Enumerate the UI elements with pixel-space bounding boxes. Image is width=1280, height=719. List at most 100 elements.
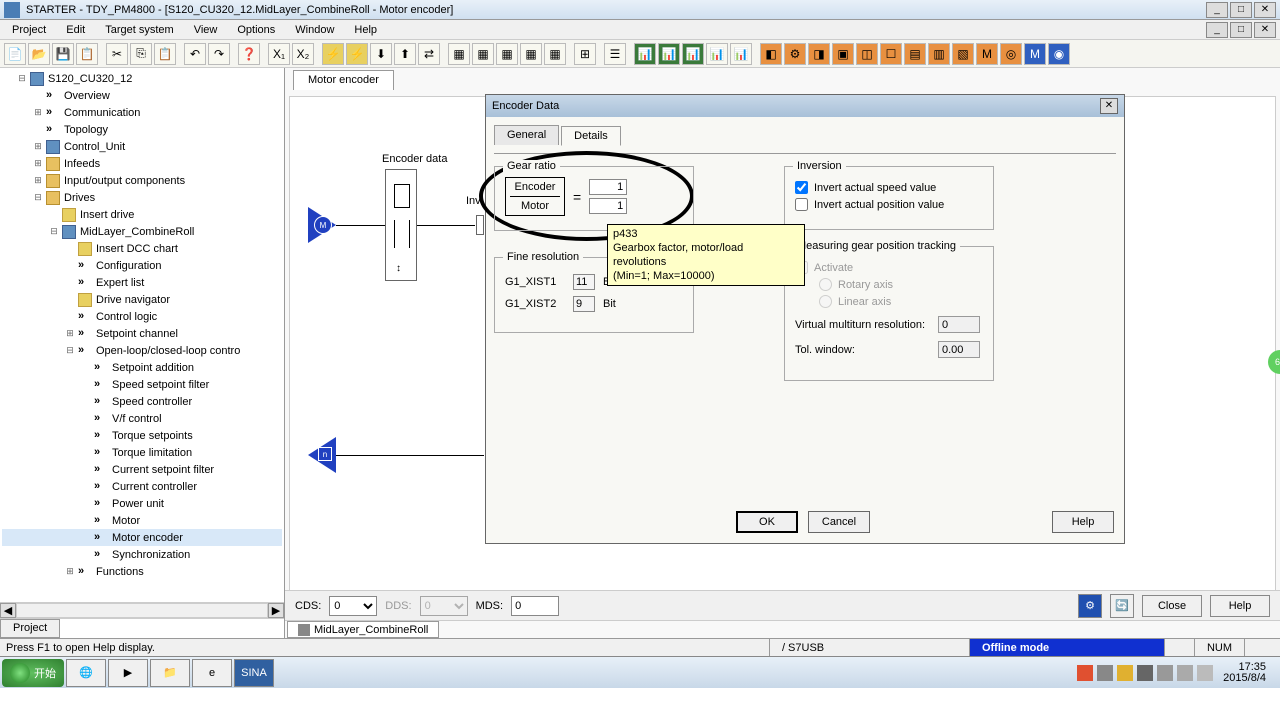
tree-item-current-setpoint-filter[interactable]: »Current setpoint filter <box>2 461 282 478</box>
tree-item-midlayer-combineroll[interactable]: ⊟MidLayer_CombineRoll <box>2 223 282 240</box>
tree-item-motor[interactable]: »Motor <box>2 512 282 529</box>
menu-window[interactable]: Window <box>287 22 342 38</box>
tb-save-icon[interactable]: 💾 <box>52 43 74 65</box>
taskbar-clock[interactable]: 17:35 2015/8/4 <box>1217 662 1272 684</box>
dialog-titlebar[interactable]: Encoder Data ✕ <box>486 95 1124 117</box>
taskbar-app-3[interactable]: 📁 <box>150 659 190 687</box>
restore-button[interactable]: □ <box>1230 2 1252 18</box>
tb-motor-icon[interactable]: M <box>1024 43 1046 65</box>
tb-undo-icon[interactable]: ↶ <box>184 43 206 65</box>
invert-position-checkbox[interactable] <box>795 198 808 211</box>
tb-paste-icon[interactable]: 📋 <box>154 43 176 65</box>
tree-item-torque-setpoints[interactable]: »Torque setpoints <box>2 427 282 444</box>
tb-scope1-icon[interactable]: 📊 <box>634 43 656 65</box>
tree-item-insert-dcc-chart[interactable]: Insert DCC chart <box>2 240 282 257</box>
scroll-right-icon[interactable]: ▶ <box>268 603 284 618</box>
child-close-button[interactable]: ✕ <box>1254 22 1276 38</box>
system-tray[interactable]: 17:35 2015/8/4 <box>1071 662 1278 684</box>
tray-icon-5[interactable] <box>1157 665 1173 681</box>
close-button[interactable]: ✕ <box>1254 2 1276 18</box>
tray-icon-2[interactable] <box>1097 665 1113 681</box>
tb-grid3-icon[interactable]: ▦ <box>496 43 518 65</box>
tb-o11-icon[interactable]: ◎ <box>1000 43 1022 65</box>
tb-o6-icon[interactable]: ☐ <box>880 43 902 65</box>
taskbar-app-4[interactable]: e <box>192 659 232 687</box>
tray-icon-1[interactable] <box>1077 665 1093 681</box>
tray-icon-7[interactable] <box>1197 665 1213 681</box>
menu-edit[interactable]: Edit <box>58 22 93 38</box>
tb-o7-icon[interactable]: ▤ <box>904 43 926 65</box>
tree-item-control-logic[interactable]: »Control logic <box>2 308 282 325</box>
tree-item-speed-controller[interactable]: »Speed controller <box>2 393 282 410</box>
tb-upload-icon[interactable]: ⬆ <box>394 43 416 65</box>
tab-motor-encoder[interactable]: Motor encoder <box>293 70 394 90</box>
close-button[interactable]: Close <box>1142 595 1202 617</box>
project-tree[interactable]: ⊟S120_CU320_12»Overview⊞»Communication»T… <box>0 68 284 602</box>
tray-icon-3[interactable] <box>1117 665 1133 681</box>
tb-redo-icon[interactable]: ↷ <box>208 43 230 65</box>
tree-item-control-unit[interactable]: ⊞Control_Unit <box>2 138 282 155</box>
taskbar-app-1[interactable]: 🌐 <box>66 659 106 687</box>
tree-item-torque-limitation[interactable]: »Torque limitation <box>2 444 282 461</box>
tree-root[interactable]: ⊟S120_CU320_12 <box>2 70 282 87</box>
tb-scope2-icon[interactable]: 📊 <box>658 43 680 65</box>
tb-o8-icon[interactable]: ▥ <box>928 43 950 65</box>
tree-item-current-controller[interactable]: »Current controller <box>2 478 282 495</box>
tb-x2-icon[interactable]: X₂ <box>292 43 314 65</box>
dialog-close-button[interactable]: ✕ <box>1100 98 1118 114</box>
tab-general[interactable]: General <box>494 125 559 145</box>
taskbar-app-2[interactable]: ▶ <box>108 659 148 687</box>
tree-item-synchronization[interactable]: »Synchronization <box>2 546 282 563</box>
tb-scope5-icon[interactable]: 📊 <box>730 43 752 65</box>
project-tab[interactable]: Project <box>0 619 60 638</box>
tree-item-drives[interactable]: ⊟Drives <box>2 189 282 206</box>
menu-project[interactable]: Project <box>4 22 54 38</box>
tb-o4-icon[interactable]: ▣ <box>832 43 854 65</box>
tb-download-icon[interactable]: ⬇ <box>370 43 392 65</box>
tb-compare-icon[interactable]: ⇄ <box>418 43 440 65</box>
tree-item-speed-setpoint-filter[interactable]: »Speed setpoint filter <box>2 376 282 393</box>
tree-item-open-loop-closed-loop-contro[interactable]: ⊟»Open-loop/closed-loop contro <box>2 342 282 359</box>
dialog-help-button[interactable]: Help <box>1052 511 1114 533</box>
tb-o10-icon[interactable]: M <box>976 43 998 65</box>
tree-item-infeeds[interactable]: ⊞Infeeds <box>2 155 282 172</box>
menu-target[interactable]: Target system <box>97 22 181 38</box>
tree-item-expert-list[interactable]: »Expert list <box>2 274 282 291</box>
tree-item-configuration[interactable]: »Configuration <box>2 257 282 274</box>
doc-tab-midlayer[interactable]: MidLayer_CombineRoll <box>287 621 439 638</box>
tb-grid1-icon[interactable]: ▦ <box>448 43 470 65</box>
menu-options[interactable]: Options <box>229 22 283 38</box>
tb-grid2-icon[interactable]: ▦ <box>472 43 494 65</box>
start-button[interactable]: 开始 <box>2 659 64 687</box>
tb-encoder-icon[interactable]: ◉ <box>1048 43 1070 65</box>
ok-button[interactable]: OK <box>736 511 798 533</box>
tab-details[interactable]: Details <box>561 126 621 146</box>
tree-hscroll[interactable]: ◀ ▶ <box>0 602 284 618</box>
refresh-icon[interactable]: 🔄 <box>1110 594 1134 618</box>
menu-help[interactable]: Help <box>346 22 385 38</box>
tb-o1-icon[interactable]: ◧ <box>760 43 782 65</box>
tb-help-icon[interactable]: ❓ <box>238 43 260 65</box>
tb-open-icon[interactable]: 📂 <box>28 43 50 65</box>
tree-item-v-f-control[interactable]: »V/f control <box>2 410 282 427</box>
tb-cut-icon[interactable]: ✂ <box>106 43 128 65</box>
scroll-left-icon[interactable]: ◀ <box>0 603 16 618</box>
tree-item-drive-navigator[interactable]: Drive navigator <box>2 291 282 308</box>
tree-item-insert-drive[interactable]: Insert drive <box>2 206 282 223</box>
cancel-button[interactable]: Cancel <box>808 511 870 533</box>
tree-item-functions[interactable]: ⊞»Functions <box>2 563 282 580</box>
tb-o3-icon[interactable]: ◨ <box>808 43 830 65</box>
tb-disconnect-icon[interactable]: ⚡ <box>346 43 368 65</box>
tray-icon-4[interactable] <box>1137 665 1153 681</box>
tree-item-power-unit[interactable]: »Power unit <box>2 495 282 512</box>
tree-item-motor-encoder[interactable]: »Motor encoder <box>2 529 282 546</box>
tb-scope3-icon[interactable]: 📊 <box>682 43 704 65</box>
minimize-button[interactable]: _ <box>1206 2 1228 18</box>
tb-list-icon[interactable]: ☰ <box>604 43 626 65</box>
tb-o5-icon[interactable]: ◫ <box>856 43 878 65</box>
mds-input[interactable] <box>511 596 559 616</box>
child-minimize-button[interactable]: _ <box>1206 22 1228 38</box>
tree-item-topology[interactable]: »Topology <box>2 121 282 138</box>
tb-copy-icon[interactable]: ⎘ <box>130 43 152 65</box>
tb-doc-icon[interactable]: 📋 <box>76 43 98 65</box>
